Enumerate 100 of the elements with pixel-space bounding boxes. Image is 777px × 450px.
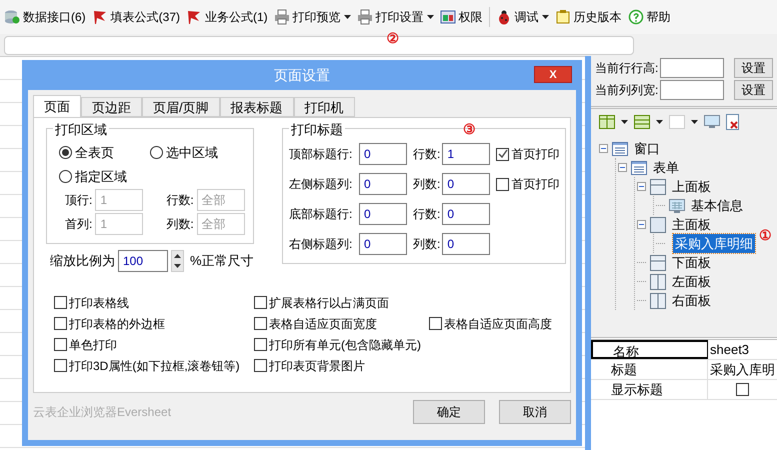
collapse-toggle[interactable]: [637, 182, 646, 191]
field-label: 当前列列宽:: [595, 82, 658, 99]
tab[interactable]: 打印机: [294, 97, 355, 117]
dialog-button[interactable]: 确定: [413, 400, 485, 424]
radio-button[interactable]: [150, 146, 163, 160]
field-label: 行数:: [413, 146, 440, 163]
tree-item[interactable]: 表单: [651, 158, 681, 178]
field-label: 左侧标题列:: [289, 176, 354, 193]
input-field[interactable]: 0: [359, 203, 407, 225]
dialog-button[interactable]: 取消: [499, 400, 571, 424]
set-button[interactable]: 设置: [734, 58, 773, 78]
checkbox[interactable]: [429, 317, 442, 330]
checkbox[interactable]: [54, 317, 67, 330]
field-label: 当前行行高:: [595, 60, 658, 77]
input-field[interactable]: 0: [359, 233, 407, 255]
field-label: 顶行:: [65, 192, 92, 209]
checkbox[interactable]: [254, 296, 267, 309]
caret-icon: [621, 120, 628, 124]
caret-icon: [656, 120, 663, 124]
checkbox-label: 单色打印: [69, 336, 117, 354]
brand-text: 云表企业浏览器Eversheet: [33, 404, 172, 421]
tree-item[interactable]: 上面板: [670, 176, 713, 196]
property-value: 采购入库明: [709, 361, 776, 379]
checkbox[interactable]: [54, 296, 67, 309]
property-name: 名称: [591, 340, 708, 359]
checkbox[interactable]: [254, 317, 267, 330]
note-icon: [554, 9, 571, 25]
tree-item[interactable]: 采购入库明细: [673, 234, 755, 254]
tab[interactable]: 报表标题: [220, 97, 294, 117]
tab[interactable]: 页边距: [81, 97, 142, 117]
checkbox[interactable]: [254, 359, 267, 372]
toolbar-button[interactable]: 帮助: [628, 8, 671, 26]
database-icon: [4, 9, 20, 25]
tree-item[interactable]: 主面板: [670, 214, 713, 234]
toolbar-button[interactable]: 打印预览: [274, 8, 351, 26]
set-button[interactable]: 设置: [734, 80, 773, 100]
input-field[interactable]: [660, 58, 724, 78]
list-icon: [631, 160, 647, 174]
toolbar-button[interactable]: 填表公式(37): [92, 8, 180, 26]
collapse-toggle[interactable]: [599, 144, 608, 153]
input-field[interactable]: 1: [442, 143, 490, 165]
help-icon: [628, 9, 644, 25]
tree-item[interactable]: 下面板: [670, 252, 713, 272]
property-name: 显示标题: [591, 380, 708, 399]
radio-label: 选中区域: [166, 144, 218, 162]
tab[interactable]: 页面: [33, 95, 81, 117]
checkbox-label: 表格自适应页面宽度: [269, 316, 377, 332]
input-field[interactable]: 0: [359, 173, 407, 195]
field-label: 列数:: [413, 236, 440, 253]
panel-icon: [650, 178, 666, 194]
caret-icon: [691, 120, 698, 124]
toolbar-button[interactable]: 权限: [440, 8, 483, 26]
delete-sheet-icon: [726, 114, 740, 130]
toolbar-button[interactable]: 数据接口(6): [4, 8, 86, 26]
panel-icon: [650, 274, 666, 290]
sheet-icon: [669, 198, 685, 212]
tree-item[interactable]: 右面板: [670, 290, 713, 310]
checkbox-label: 扩展表格行以占满页面: [269, 294, 389, 312]
radio-button[interactable]: [59, 146, 72, 160]
checkbox[interactable]: [496, 178, 510, 190]
close-button[interactable]: X: [534, 66, 572, 83]
spin-buttons[interactable]: [171, 250, 184, 272]
field-label: 底部标题行:: [289, 206, 354, 223]
field-label: 行数:: [413, 206, 440, 223]
monitor-icon: [704, 115, 720, 129]
collapse-toggle[interactable]: [637, 220, 646, 229]
checkbox[interactable]: [54, 338, 67, 351]
checkbox[interactable]: [254, 338, 267, 351]
toolbar-button[interactable]: 业务公式(1): [186, 8, 268, 26]
input-field[interactable]: 0: [442, 173, 490, 195]
property-value: sheet3: [709, 341, 750, 359]
checkbox-label: 打印表格的外边框: [69, 316, 165, 332]
tab[interactable]: 页眉/页脚: [142, 97, 220, 117]
checkbox[interactable]: [496, 148, 510, 160]
collapse-toggle[interactable]: [618, 163, 627, 172]
checkbox-label: 打印3D属性(如下拉框,滚卷钮等): [69, 358, 240, 374]
property-name: 标题: [591, 360, 708, 379]
checkbox-label: 打印表格线: [69, 294, 129, 312]
tree-item[interactable]: 窗口: [632, 138, 662, 158]
scale-label: 缩放比例为: [50, 252, 115, 270]
toolbar-button[interactable]: 打印设置: [356, 8, 434, 26]
input-field[interactable]: 100: [118, 250, 168, 272]
input-field[interactable]: [660, 80, 724, 100]
input-field[interactable]: 0: [442, 233, 490, 255]
toolbar-button[interactable]: 调试: [496, 8, 549, 26]
tree-item[interactable]: 左面板: [670, 272, 713, 292]
field-label: 首列:: [65, 216, 92, 233]
toolbar-button[interactable]: 历史版本: [554, 8, 622, 26]
table-icon: [440, 9, 456, 25]
printer-icon: [274, 9, 290, 25]
blank-panel-icon: [669, 115, 685, 129]
flag-icon: [92, 9, 108, 25]
scale-suffix: %正常尺寸: [190, 252, 254, 270]
checkbox[interactable]: [54, 359, 67, 372]
tree-item[interactable]: 基本信息: [689, 196, 745, 216]
input-field[interactable]: 0: [359, 143, 407, 165]
annotation-marker: ③: [463, 121, 476, 137]
input-field[interactable]: 0: [442, 203, 490, 225]
radio-button[interactable]: [59, 170, 72, 183]
checkbox[interactable]: [736, 383, 749, 396]
